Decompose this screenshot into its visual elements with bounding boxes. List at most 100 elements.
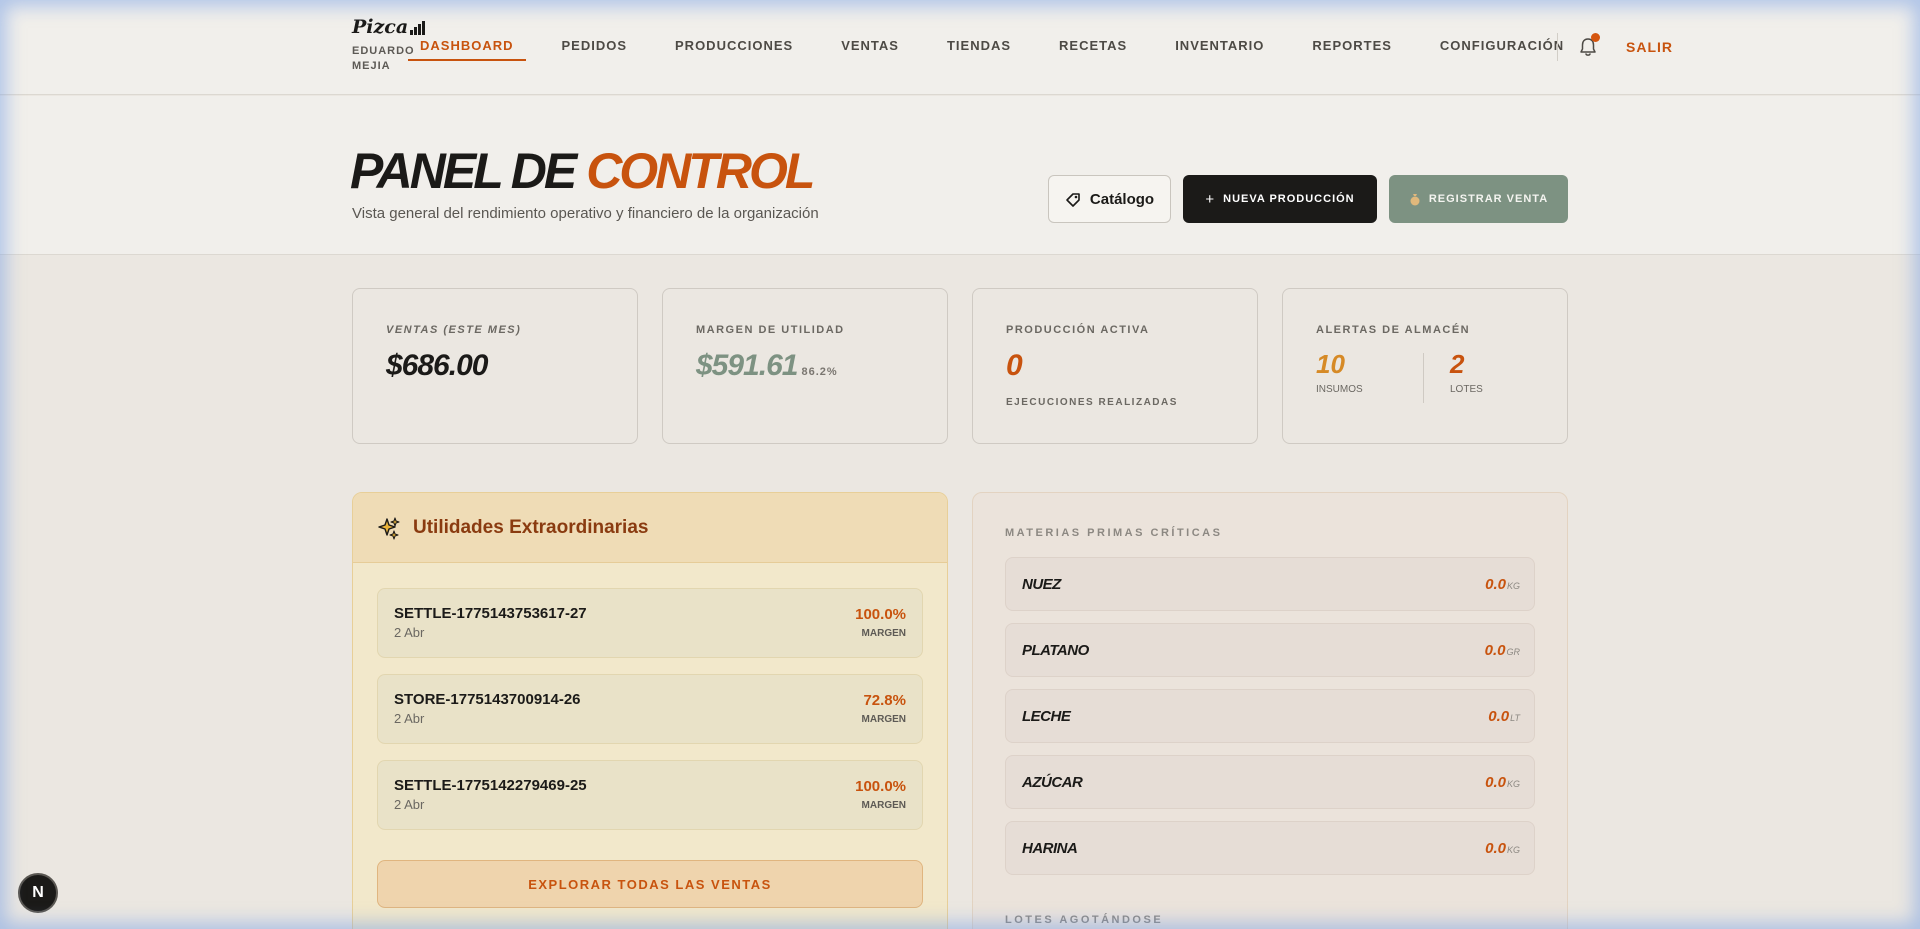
register-sale-label: REGISTRAR VENTA [1428,193,1549,205]
dev-tools-badge[interactable]: N [18,873,58,913]
material-value: 0.0 [1488,708,1510,725]
new-production-button[interactable]: + NUEVA PRODUCCIÓN [1183,175,1377,223]
kpi-margin-percent: 86.2% [801,366,838,378]
nav-item-inventario[interactable]: INVENTARIO [1163,36,1276,61]
material-row[interactable]: AZÚCAR 0.0KG [1005,755,1535,809]
app-logo[interactable]: Pizca [352,16,426,38]
material-value-group: 0.0KG [1485,774,1520,791]
logo-text: Pizca [352,16,409,38]
plus-icon: + [1205,190,1216,208]
material-value-group: 0.0KG [1485,840,1520,857]
kpi-alerts-label: ALERTAS DE ALMACÉN [1316,324,1471,336]
material-unit: GR [1506,647,1521,657]
nav-item-producciones[interactable]: PRODUCCIONES [663,36,805,61]
critical-materials-panel: MATERIAS PRIMAS CRÍTICAS NUEZ 0.0KG PLAT… [972,492,1568,929]
material-value-group: 0.0KG [1485,576,1520,593]
catalog-button-label: Catálogo [1089,190,1155,208]
material-value: 0.0 [1485,774,1506,791]
material-row[interactable]: LECHE 0.0LT [1005,689,1535,743]
materials-title: MATERIAS PRIMAS CRÍTICAS [1005,527,1223,539]
material-unit: KG [1506,581,1520,591]
page-title-accent: CONTROL [586,143,815,199]
kpi-card-margin: MARGEN DE UTILIDAD $591.61 86.2% [662,288,948,444]
page-subtitle: Vista general del rendimiento operativo … [352,205,819,222]
sale-id: SETTLE-1775142279469-25 [394,777,587,794]
material-name: NUEZ [1022,576,1061,593]
register-sale-button[interactable]: REGISTRAR VENTA [1389,175,1568,223]
alerts-lots-value: 2 [1450,349,1465,379]
alerts-supplies: 10 INSUMOS [1316,349,1363,395]
material-value: 0.0 [1485,576,1506,593]
material-row[interactable]: HARINA 0.0KG [1005,821,1535,875]
kpi-production-label: PRODUCCIÓN ACTIVA [1006,324,1150,336]
hero-section [0,96,1920,255]
material-value: 0.0 [1485,840,1506,857]
explore-sales-button[interactable]: EXPLORAR TODAS LAS VENTAS [377,860,923,908]
material-row[interactable]: PLATANO 0.0GR [1005,623,1535,677]
nav-item-reportes[interactable]: REPORTES [1300,36,1404,61]
nav-item-dashboard[interactable]: DASHBOARD [408,36,526,61]
sale-id: STORE-1775143700914-26 [394,691,581,708]
panel-title: Utilidades Extraordinarias [413,516,649,538]
kpi-production-caption: EJECUCIONES REALIZADAS [1006,397,1178,408]
page-title-main: PANEL DE [350,143,577,199]
sale-date: 2 Abr [394,625,425,640]
sale-row[interactable]: STORE-1775143700914-26 2 Abr 72.8% MARGE… [377,674,923,744]
sale-margin-caption: MARGEN [861,800,906,811]
catalog-button[interactable]: Catálogo [1048,175,1171,223]
page-title: PANEL DE CONTROL [350,142,815,200]
depleting-lots-title: LOTES AGOTÁNDOSE [1005,914,1164,926]
kpi-card-production: PRODUCCIÓN ACTIVA 0 EJECUCIONES REALIZAD… [972,288,1258,444]
nav-divider [1557,33,1558,61]
sale-row[interactable]: SETTLE-1775142279469-25 2 Abr 100.0% MAR… [377,760,923,830]
new-production-label: NUEVA PRODUCCIÓN [1223,193,1355,205]
notification-dot [1591,33,1600,42]
alerts-divider [1423,353,1424,403]
material-value-group: 0.0LT [1488,708,1520,725]
sale-margin: 100.0% [855,778,906,795]
sale-margin: 72.8% [863,692,906,709]
extraordinary-profits-panel: Utilidades Extraordinarias SETTLE-177514… [352,492,948,929]
alerts-supplies-value: 10 [1316,349,1345,379]
alerts-lots: 2 LOTES [1450,349,1483,395]
material-value-group: 0.0GR [1485,642,1520,659]
sale-row[interactable]: SETTLE-1775143753617-27 2 Abr 100.0% MAR… [377,588,923,658]
main-nav: DASHBOARD PEDIDOS PRODUCCIONES VENTAS TI… [408,36,1600,61]
material-row[interactable]: NUEZ 0.0KG [1005,557,1535,611]
sale-date: 2 Abr [394,797,425,812]
alerts-supplies-caption: INSUMOS [1316,384,1363,395]
material-name: HARINA [1022,840,1078,857]
sale-margin-caption: MARGEN [861,628,906,639]
nav-item-configuracion[interactable]: CONFIGURACIÓN [1428,36,1576,61]
nav-item-recetas[interactable]: RECETAS [1047,36,1139,61]
kpi-margin-label: MARGEN DE UTILIDAD [696,324,845,336]
nav-item-pedidos[interactable]: PEDIDOS [550,36,640,61]
sale-id: SETTLE-1775143753617-27 [394,605,587,622]
material-unit: KG [1506,845,1520,855]
kpi-card-sales: VENTAS (ESTE MES) $686.00 [352,288,638,444]
panel-header: Utilidades Extraordinarias [353,493,947,563]
material-name: PLATANO [1022,642,1089,659]
material-unit: LT [1510,713,1520,723]
material-value: 0.0 [1484,642,1506,659]
material-name: AZÚCAR [1022,774,1083,791]
kpi-sales-label: VENTAS (ESTE MES) [386,324,522,336]
sparkles-icon [378,516,400,540]
sale-date: 2 Abr [394,711,425,726]
top-navbar: Pizca EDUARDO MEJIA DASHBOARD PEDIDOS PR… [0,0,1920,95]
tag-icon [1066,192,1080,207]
material-unit: KG [1506,779,1520,789]
alerts-lots-caption: LOTES [1450,384,1483,395]
nav-item-ventas[interactable]: VENTAS [829,36,911,61]
sale-margin: 100.0% [855,606,906,623]
sale-margin-caption: MARGEN [861,714,906,725]
material-name: LECHE [1022,708,1071,725]
kpi-margin-value-group: $591.61 86.2% [696,349,838,383]
logout-button[interactable]: SALIR [1626,39,1673,55]
nav-item-tiendas[interactable]: TIENDAS [935,36,1023,61]
kpi-sales-value: $686.00 [386,349,488,382]
money-bag-icon [1410,194,1420,206]
kpi-production-value: 0 [1006,349,1023,382]
logo-bars-icon [410,21,426,35]
kpi-card-alerts: ALERTAS DE ALMACÉN 10 INSUMOS 2 LOTES [1282,288,1568,444]
